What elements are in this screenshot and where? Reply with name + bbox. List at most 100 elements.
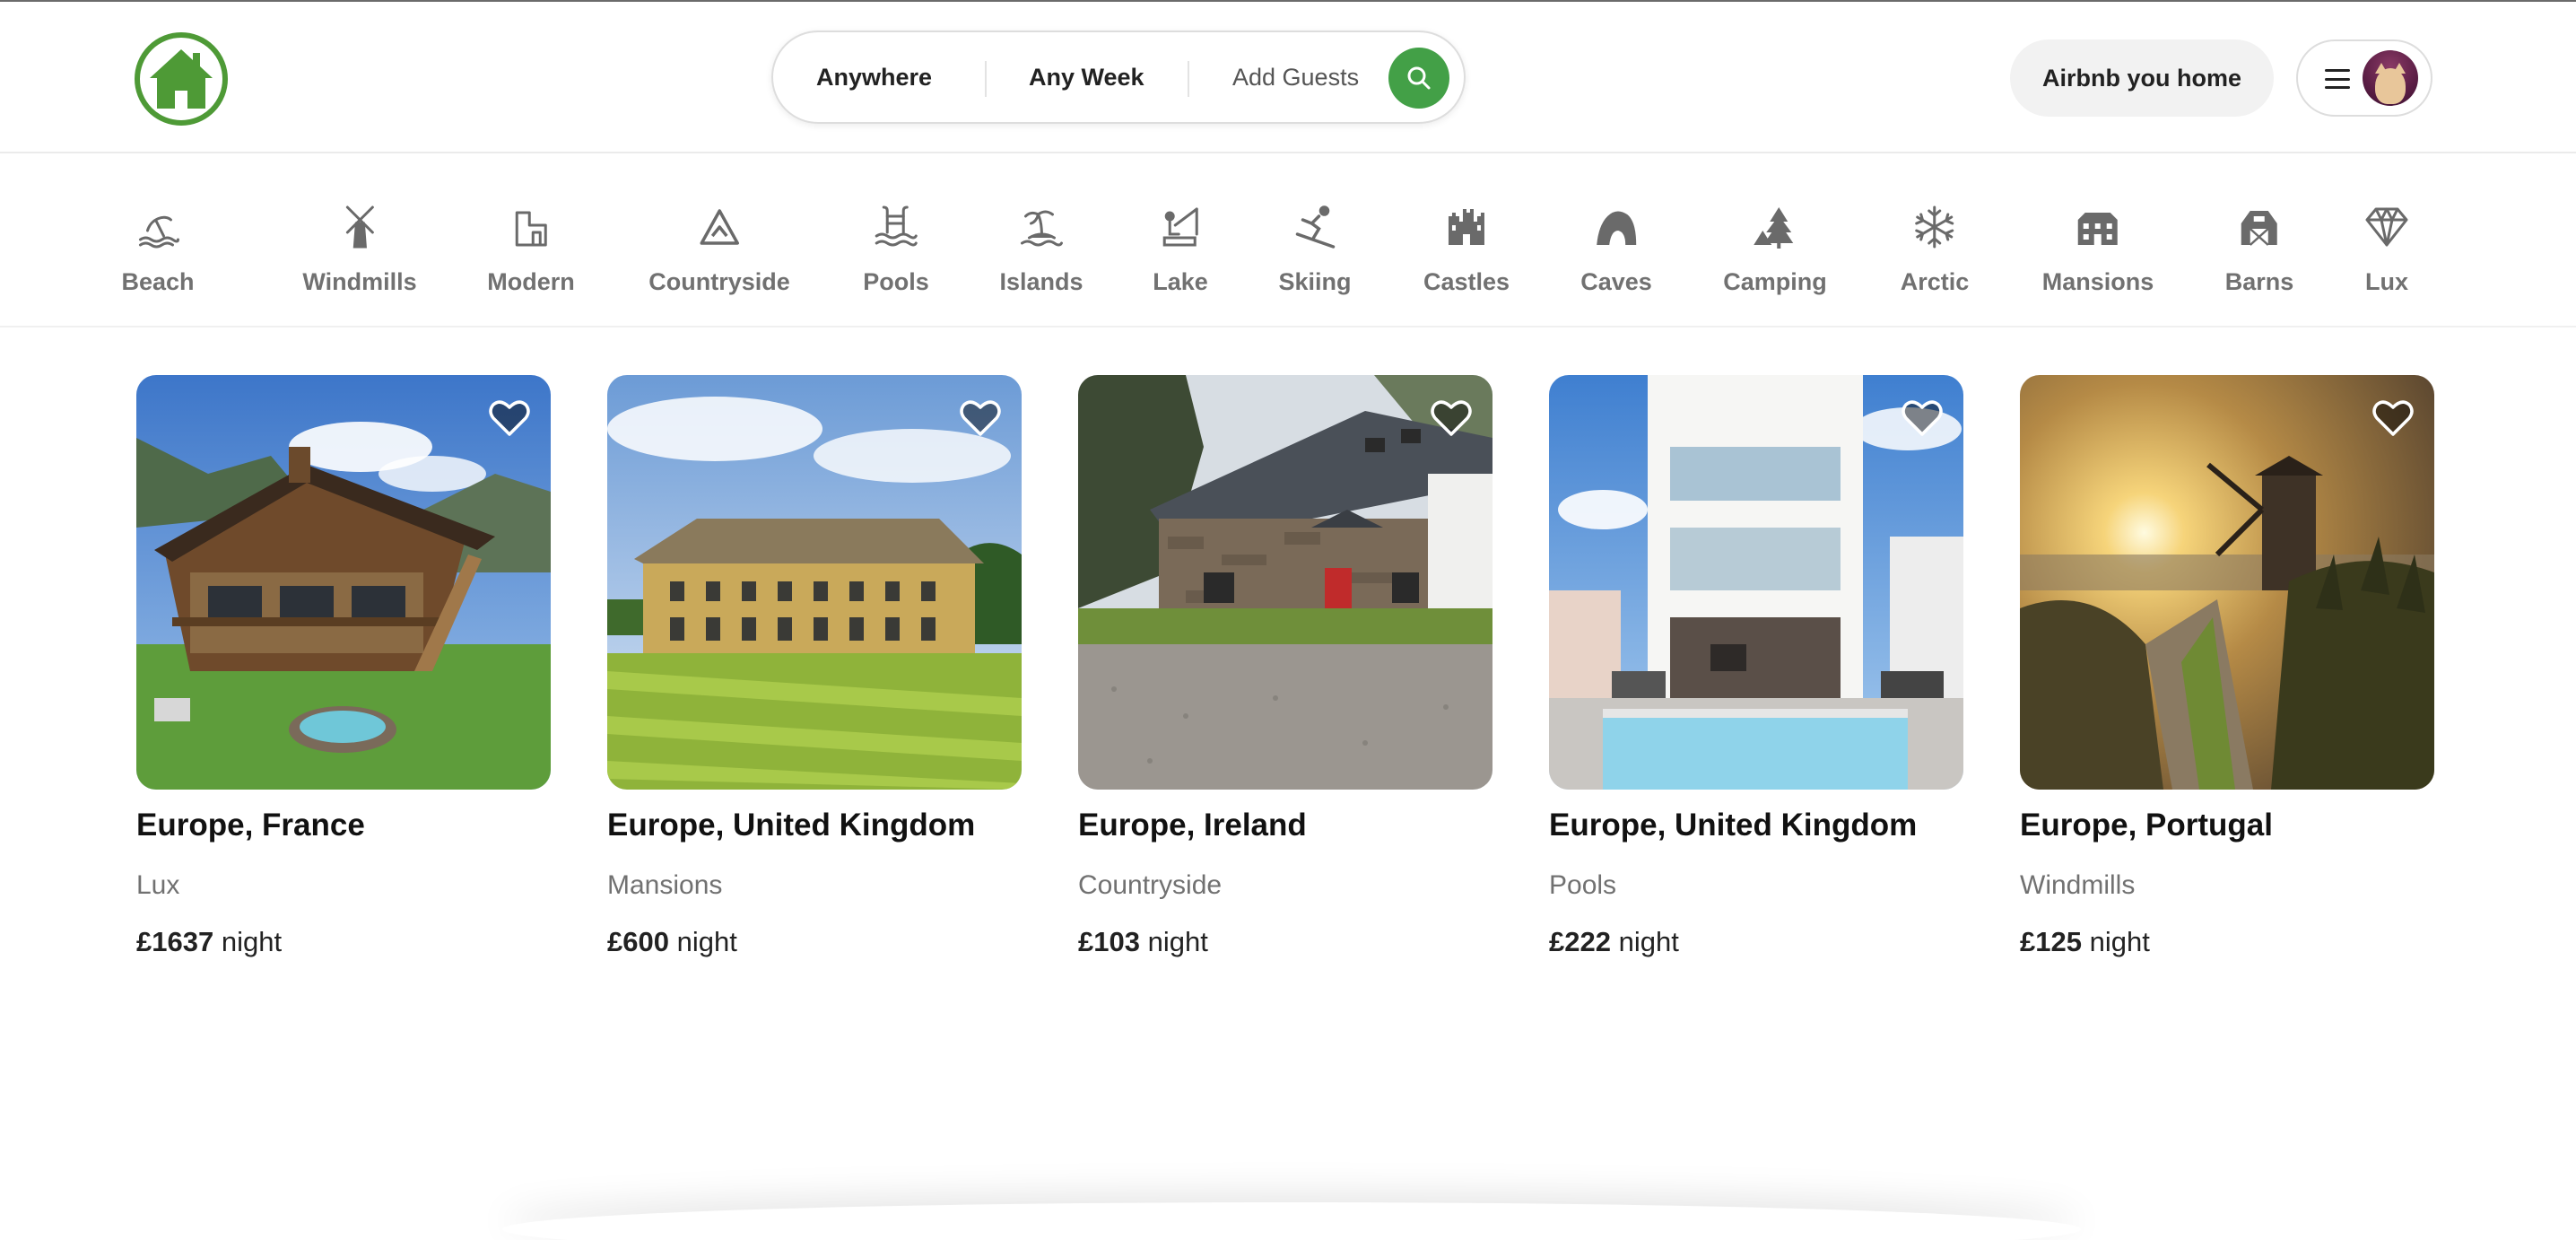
category-label: Arctic bbox=[1900, 268, 1970, 295]
listing-location: Europe, United Kingdom bbox=[607, 808, 976, 843]
listing-photo[interactable] bbox=[2020, 375, 2434, 790]
category-label: Camping bbox=[1723, 268, 1827, 295]
listing-category: Lux bbox=[136, 870, 180, 900]
listing-category: Pools bbox=[1549, 870, 1617, 900]
search-divider bbox=[985, 61, 987, 97]
category-skiing[interactable]: Skiing bbox=[1278, 202, 1352, 296]
category-windmills[interactable]: Windmills bbox=[302, 202, 417, 296]
fishing-icon bbox=[1155, 202, 1205, 252]
category-lake[interactable]: Lake bbox=[1153, 202, 1208, 296]
category-lux[interactable]: Lux bbox=[2362, 202, 2412, 296]
price-amount: £222 bbox=[1549, 926, 1611, 957]
search-bar[interactable]: Anywhere Any Week Add Guests bbox=[771, 31, 1466, 124]
search-location[interactable]: Anywhere bbox=[816, 64, 932, 92]
search-week[interactable]: Any Week bbox=[1029, 64, 1144, 92]
listing-photo[interactable] bbox=[1078, 375, 1493, 790]
category-label: Modern bbox=[487, 268, 575, 295]
category-islands[interactable]: Islands bbox=[999, 202, 1083, 296]
price-amount: £103 bbox=[1078, 926, 1140, 957]
home-logo-icon[interactable] bbox=[135, 32, 228, 126]
snowflake-icon bbox=[1910, 202, 1960, 252]
category-label: Countryside bbox=[648, 268, 790, 295]
category-label: Mansions bbox=[2041, 268, 2154, 295]
category-label: Lux bbox=[2364, 268, 2408, 295]
price-unit: night bbox=[676, 926, 737, 957]
listing-price: £103 night bbox=[1078, 926, 1208, 958]
castle-icon bbox=[1441, 202, 1492, 252]
diamond-icon bbox=[2362, 202, 2412, 252]
header: Anywhere Any Week Add Guests Airbnb you … bbox=[0, 2, 2576, 153]
search-divider bbox=[1188, 61, 1189, 97]
listing-price: £222 night bbox=[1549, 926, 1679, 958]
windmill-icon bbox=[335, 202, 385, 252]
heart-icon[interactable] bbox=[959, 397, 1002, 438]
listing-location: Europe, Ireland bbox=[1078, 808, 1307, 843]
category-arctic[interactable]: Arctic bbox=[1900, 202, 1970, 296]
mountain-icon bbox=[694, 202, 744, 252]
listing-photo[interactable] bbox=[1549, 375, 1963, 790]
category-caves[interactable]: Caves bbox=[1580, 202, 1652, 296]
listing-price: £1637 night bbox=[136, 926, 282, 958]
category-label: Beach bbox=[121, 268, 195, 295]
island-icon bbox=[1016, 202, 1066, 252]
listing-location: Europe, United Kingdom bbox=[1549, 808, 1918, 843]
category-label: Skiing bbox=[1278, 268, 1352, 295]
listing-photo[interactable] bbox=[607, 375, 1022, 790]
listing-photo[interactable] bbox=[136, 375, 551, 790]
category-mansions[interactable]: Mansions bbox=[2042, 202, 2154, 296]
listing-category: Windmills bbox=[2020, 870, 2136, 900]
listing-card[interactable]: Europe, United Kingdom Mansions £600 nig… bbox=[607, 375, 1022, 957]
category-camping[interactable]: Camping bbox=[1723, 202, 1827, 296]
category-bar: Beach Windmills Modern Countryside Pools… bbox=[0, 155, 2576, 327]
category-label: Islands bbox=[999, 268, 1083, 295]
category-barns[interactable]: Barns bbox=[2224, 202, 2294, 296]
price-unit: night bbox=[1147, 926, 1208, 957]
search-button[interactable] bbox=[1388, 48, 1449, 109]
price-unit: night bbox=[1618, 926, 1679, 957]
listing-category: Mansions bbox=[607, 870, 723, 900]
listing-location: Europe, France bbox=[136, 808, 365, 843]
modern-building-icon bbox=[506, 202, 556, 252]
listing-price: £125 night bbox=[2020, 926, 2150, 958]
category-countryside[interactable]: Countryside bbox=[648, 202, 790, 296]
listing-card[interactable]: Europe, France Lux £1637 night bbox=[136, 375, 551, 957]
price-unit: night bbox=[221, 926, 283, 957]
avatar bbox=[2363, 50, 2418, 106]
category-pools[interactable]: Pools bbox=[863, 202, 929, 296]
cave-icon bbox=[1591, 202, 1641, 252]
listing-price: £600 night bbox=[607, 926, 737, 958]
barn-icon bbox=[2234, 202, 2284, 252]
menu-icon bbox=[2325, 69, 2350, 89]
listing-category: Countryside bbox=[1078, 870, 1223, 900]
category-label: Lake bbox=[1153, 268, 1208, 295]
profile-menu-button[interactable] bbox=[2296, 39, 2432, 117]
bottom-shadow bbox=[502, 1202, 2081, 1240]
category-label: Windmills bbox=[302, 268, 417, 295]
category-label: Barns bbox=[2224, 268, 2294, 295]
price-unit: night bbox=[2089, 926, 2150, 957]
mansion-icon bbox=[2073, 202, 2123, 252]
heart-icon[interactable] bbox=[1430, 397, 1473, 438]
pool-icon bbox=[871, 202, 921, 252]
heart-icon[interactable] bbox=[488, 397, 531, 438]
category-modern[interactable]: Modern bbox=[487, 202, 575, 296]
search-icon bbox=[1407, 66, 1431, 90]
camping-icon bbox=[1750, 202, 1800, 252]
beach-icon bbox=[133, 202, 183, 252]
category-label: Caves bbox=[1580, 268, 1652, 295]
price-amount: £600 bbox=[607, 926, 669, 957]
category-label: Pools bbox=[863, 268, 929, 295]
category-castles[interactable]: Castles bbox=[1423, 202, 1510, 296]
listing-location: Europe, Portugal bbox=[2020, 808, 2273, 843]
listing-card[interactable]: Europe, Ireland Countryside £103 night bbox=[1078, 375, 1493, 957]
category-label: Castles bbox=[1423, 268, 1510, 295]
host-home-button[interactable]: Airbnb you home bbox=[2010, 39, 2274, 117]
price-amount: £125 bbox=[2020, 926, 2082, 957]
listing-card[interactable]: Europe, Portugal Windmills £125 night bbox=[2020, 375, 2434, 957]
skiing-icon bbox=[1290, 202, 1340, 252]
heart-icon[interactable] bbox=[2371, 397, 2415, 438]
category-beach[interactable]: Beach bbox=[121, 202, 195, 296]
listing-card[interactable]: Europe, United Kingdom Pools £222 night bbox=[1549, 375, 1963, 957]
heart-icon[interactable] bbox=[1901, 397, 1944, 438]
search-guests[interactable]: Add Guests bbox=[1232, 64, 1359, 92]
